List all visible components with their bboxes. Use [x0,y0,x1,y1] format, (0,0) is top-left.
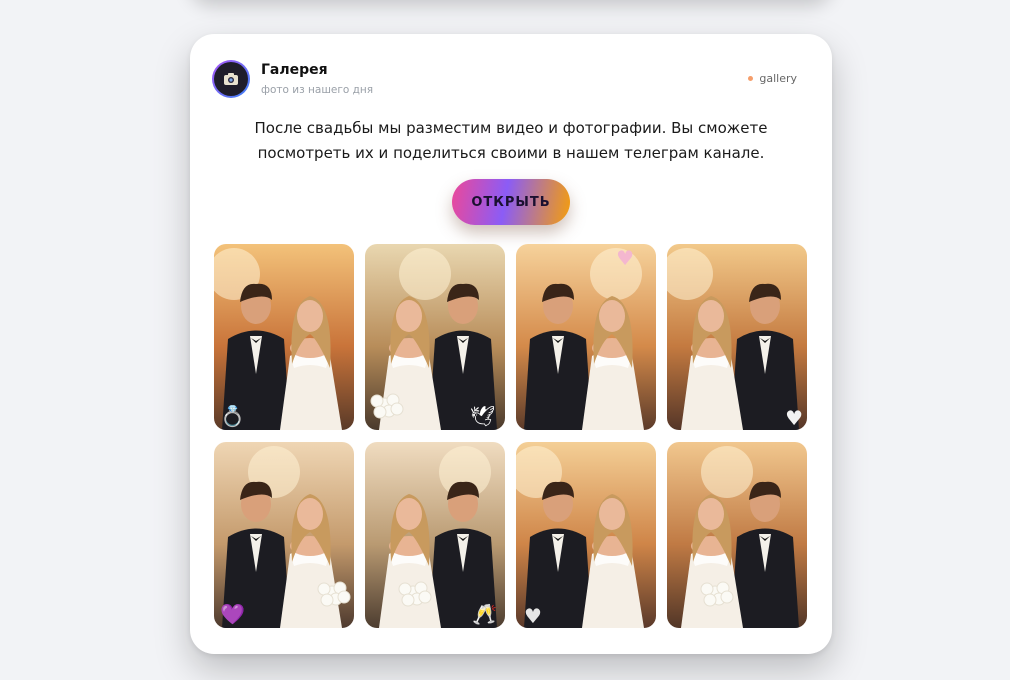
photo-grid: 💍 🕊 ♥ ♥ 💜 🥂 ♥ [214,244,808,628]
open-button[interactable]: ОТКРЫТЬ [452,179,570,225]
camera-icon [224,73,238,85]
gallery-photo[interactable]: 🥂 [365,442,505,628]
gallery-photo[interactable]: 🕊 [365,244,505,430]
champagne-icon: 🥂 [472,602,497,626]
heart-icon: ♥ [616,246,634,270]
heart-wreath-icon: 💜 [220,602,245,626]
photo-scene [667,244,807,430]
tag-label: gallery [759,72,797,85]
gallery-card: Галерея фото из нашего дня gallery После… [190,34,832,654]
gallery-title: Галерея [261,62,328,78]
gallery-photo[interactable]: ♥ [516,244,656,430]
gallery-photo[interactable]: 💜 [214,442,354,628]
photo-scene [365,244,505,430]
avatar [212,60,250,98]
gallery-photo[interactable]: 💍 [214,244,354,430]
ring-icon: 💍 [220,404,245,428]
photo-scene [516,244,656,430]
photo-scene [365,442,505,628]
photo-scene [667,442,807,628]
gallery-photo[interactable] [667,442,807,628]
heart-icon: ♥ [524,604,542,628]
photo-scene [214,244,354,430]
gallery-subtitle: фото из нашего дня [261,84,374,96]
card-header: Галерея фото из нашего дня gallery [212,60,812,100]
gallery-photo[interactable]: ♥ [667,244,807,430]
gallery-tag: gallery [748,72,797,85]
photo-scene [516,442,656,628]
tag-dot-icon [748,76,754,81]
dove-icon: 🕊 [469,404,495,428]
gallery-description: После свадьбы мы разместим видео и фотог… [254,119,768,162]
gallery-photo[interactable]: ♥ [516,442,656,628]
heart-icon: ♥ [785,406,803,430]
photo-scene [214,442,354,628]
